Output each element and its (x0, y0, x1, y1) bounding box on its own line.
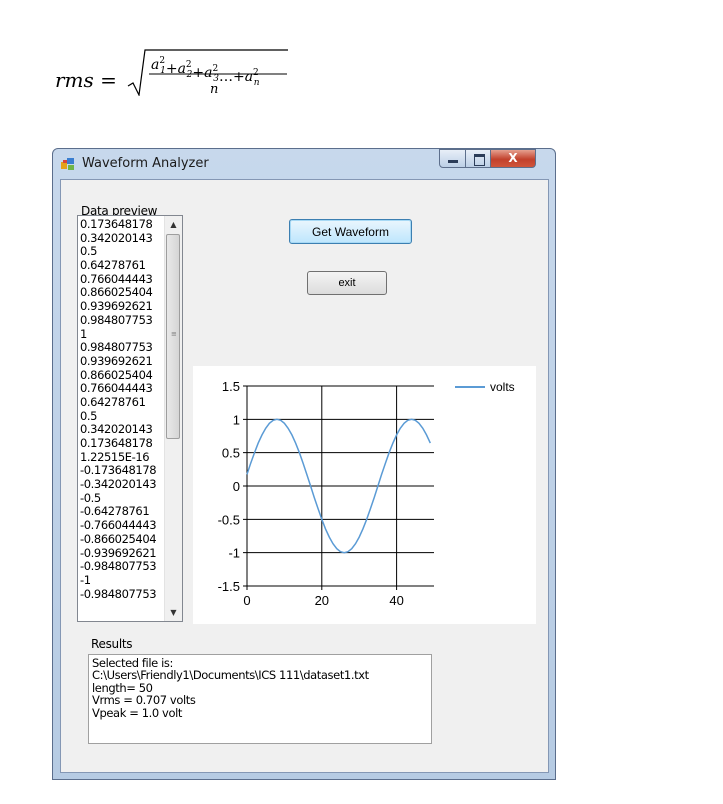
result-line: Vrms = 0.707 volts (92, 693, 196, 708)
window-title: Waveform Analyzer (82, 156, 209, 171)
formula-denominator: n (210, 82, 218, 96)
y-tick-label: 0 (233, 479, 240, 494)
scroll-up-arrow-icon[interactable]: ▲ (165, 216, 182, 233)
x-tick-label: 20 (315, 593, 329, 608)
formula-numerator: a2 1+a2 2+a2 3…+a2 n (151, 56, 260, 88)
app-window: Waveform Analyzer X Data preview 0.17364… (52, 148, 556, 780)
y-tick-label: 1.5 (222, 379, 240, 394)
minimize-icon (448, 160, 458, 163)
close-icon: X (508, 151, 518, 165)
data-preview-items: 0.173648178 0.342020143 0.5 0.64278761 0.766… (80, 217, 166, 602)
list-item[interactable]: -0.866025404 (80, 532, 166, 547)
y-tick-label: -1 (228, 546, 240, 561)
list-item[interactable]: 0.984807753 (80, 340, 166, 355)
list-item[interactable]: -0.173648178 (80, 464, 166, 478)
y-tick-label: -1.5 (218, 579, 240, 594)
list-item[interactable]: 0.866025404 (80, 368, 166, 383)
list-item[interactable]: 0.173648178 (80, 436, 166, 451)
waveform-chart: 1.510.50-0.5-1-1.50 20 40volts (193, 366, 536, 624)
results-label: Results (91, 637, 133, 651)
result-line: C:\Users\Friendly1\Documents\ICS 111\dat… (92, 668, 369, 683)
list-item[interactable]: -1 (80, 573, 166, 588)
list-item[interactable]: 1.22515E-16 (80, 450, 166, 465)
list-item[interactable]: 0.766044443 (80, 272, 166, 287)
title-bar[interactable]: Waveform Analyzer X (53, 149, 555, 179)
results-textbox[interactable]: Selected file is: C:\Users\Friendly1\Docu… (88, 654, 432, 744)
list-item[interactable]: 0.939692621 (80, 354, 166, 369)
list-item[interactable]: 0.866025404 (80, 286, 166, 300)
app-icon (61, 158, 74, 170)
result-line: Vpeak = 1.0 volt (92, 705, 182, 720)
minimize-button[interactable] (439, 149, 466, 168)
list-item[interactable]: 0.984807753 (80, 313, 166, 328)
list-item[interactable]: 0.64278761 (80, 258, 166, 273)
list-item[interactable]: 0.5 (80, 245, 166, 259)
y-tick-label: 1 (233, 412, 240, 427)
y-tick-label: -0.5 (218, 512, 240, 527)
data-preview-listbox[interactable]: 0.173648178 0.342020143 0.5 0.64278761 0.766… (77, 215, 183, 622)
list-item[interactable]: 0.5 (80, 409, 166, 424)
close-button[interactable]: X (490, 149, 536, 168)
scroll-thumb[interactable]: ≡ (166, 234, 180, 439)
list-item[interactable]: -0.984807753 (80, 559, 166, 574)
list-item[interactable]: -0.64278761 (80, 505, 166, 519)
list-item[interactable]: -0.984807753 (80, 587, 166, 602)
list-item[interactable]: -0.5 (80, 491, 166, 506)
list-item[interactable]: 0.342020143 (80, 231, 166, 246)
formula-radical: a2 1+a2 2+a2 3…+a2 n n (127, 49, 288, 96)
list-item[interactable]: 0.939692621 (80, 299, 166, 314)
list-item[interactable]: -0.939692621 (80, 546, 166, 561)
y-tick-label: 0.5 (222, 446, 240, 461)
x-tick-label: 0 (243, 593, 250, 608)
list-item[interactable]: -0.766044443 (80, 518, 166, 533)
legend-label: volts (490, 380, 515, 394)
list-item[interactable]: 0.342020143 (80, 423, 166, 437)
list-item[interactable]: 1 (80, 327, 166, 342)
x-tick-label: 40 (389, 593, 403, 608)
grip-icon: ≡ (171, 330, 177, 338)
listbox-scrollbar[interactable]: ▲ ≡ ▼ (164, 216, 182, 621)
list-item[interactable]: 0.766044443 (80, 382, 166, 396)
maximize-icon (474, 154, 485, 166)
list-item[interactable]: -0.342020143 (80, 477, 166, 492)
get-waveform-button[interactable]: Get Waveform (289, 219, 412, 244)
maximize-button[interactable] (465, 149, 491, 168)
form-client-area: Data preview 0.173648178 0.342020143 0.5 0.… (60, 179, 549, 773)
exit-button[interactable]: exit (307, 271, 387, 295)
scroll-down-arrow-icon[interactable]: ▼ (165, 604, 182, 621)
list-item[interactable]: 0.173648178 (80, 217, 166, 232)
list-item[interactable]: 0.64278761 (80, 395, 166, 410)
